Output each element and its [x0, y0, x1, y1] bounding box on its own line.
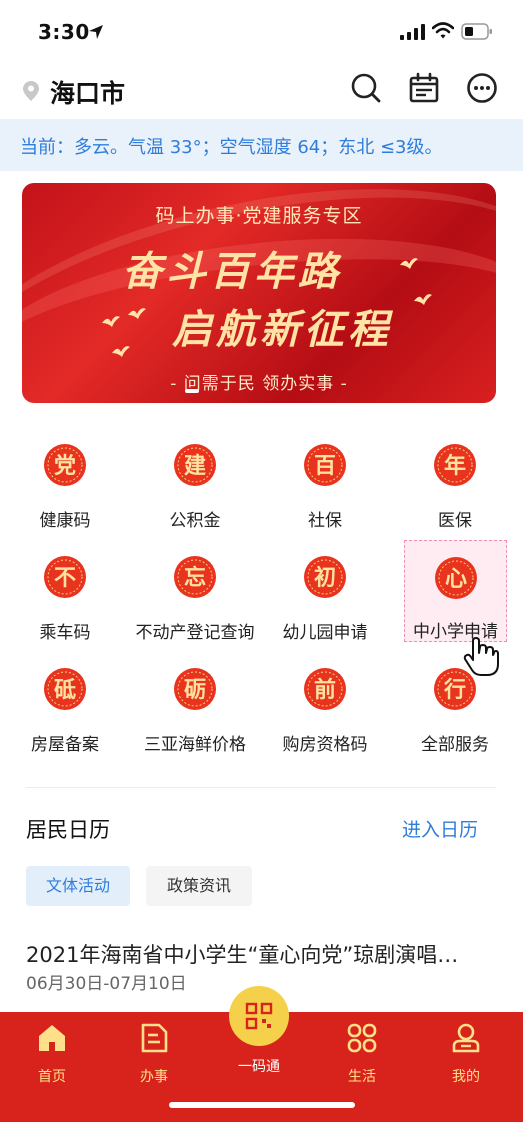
nav-label: 首页 — [38, 1069, 66, 1085]
badge-char: 党 — [54, 453, 76, 479]
party-badge-icon: 年 — [434, 444, 476, 486]
banner-title-line1: 奋斗百年路 — [122, 248, 342, 295]
party-badge-icon: 百 — [304, 444, 346, 486]
clover-icon — [347, 1023, 377, 1053]
party-badge-icon: 心 — [435, 557, 477, 599]
service-label: 医保 — [438, 511, 472, 531]
event-title[interactable]: 2021年海南省中小学生“童心向党”琼剧演唱… — [26, 939, 496, 969]
service-label: 购房资格码 — [282, 735, 368, 755]
carousel-indicator — [185, 389, 199, 393]
service-all-services[interactable]: 行 全部服务 — [390, 644, 520, 755]
status-time: 3:30 — [38, 20, 90, 44]
dove-icon — [102, 316, 120, 327]
party-badge-icon: 建 — [174, 444, 216, 486]
service-seafood-prices[interactable]: 砺 三亚海鲜价格 — [130, 644, 260, 755]
party-badge-icon: 初 — [304, 556, 346, 598]
banner-slogan: - 问需于民 领办实事 - — [170, 374, 348, 394]
service-label: 健康码 — [39, 511, 91, 531]
app-header: 海口市 — [0, 62, 523, 116]
party-badge-icon: 党 — [44, 444, 86, 486]
qr-code-label: 一码通 — [238, 1059, 280, 1075]
nav-services[interactable]: 办事 — [114, 1022, 194, 1088]
nav-profile[interactable]: 我的 — [426, 1022, 506, 1088]
service-school-application[interactable]: 心 中小学申请 — [404, 540, 507, 642]
service-label: 全部服务 — [421, 735, 489, 755]
hand-cursor-icon — [463, 637, 499, 676]
badge-char: 砥 — [54, 677, 76, 703]
service-kindergarten-application[interactable]: 初 幼儿园申请 — [260, 532, 390, 643]
user-icon — [452, 1023, 480, 1053]
service-label: 房屋备案 — [31, 735, 99, 755]
dove-icon — [400, 258, 418, 269]
service-social-security[interactable]: 百 社保 — [260, 420, 390, 531]
dove-icon — [128, 308, 146, 319]
home-indicator — [169, 1102, 355, 1108]
nav-life[interactable]: 生活 — [322, 1022, 402, 1088]
service-health-code[interactable]: 党 健康码 — [0, 420, 130, 531]
weather-text: 当前：多云。气温 33°；空气湿度 64；东北 ≤3级。 — [20, 137, 443, 158]
banner-subtitle: 码上办事·党建服务专区 — [155, 205, 363, 227]
badge-char: 前 — [314, 677, 336, 703]
section-title: 居民日历 — [26, 818, 110, 842]
party-badge-icon: 不 — [44, 556, 86, 598]
service-medical-insurance[interactable]: 年 医保 — [390, 420, 520, 531]
service-transit-code[interactable]: 不 乘车码 — [0, 532, 130, 643]
dove-icon — [112, 346, 130, 357]
tab-cultural-activities[interactable]: 文体活动 — [26, 866, 130, 906]
service-label: 乘车码 — [39, 623, 91, 643]
more-options-icon[interactable] — [466, 72, 498, 104]
badge-char: 心 — [445, 566, 467, 592]
service-house-filing[interactable]: 砥 房屋备案 — [0, 644, 130, 755]
status-bar: 3:30 — [0, 0, 523, 62]
badge-char: 初 — [314, 565, 336, 591]
nav-label: 我的 — [452, 1069, 480, 1085]
badge-char: 行 — [443, 677, 466, 703]
banner-title-line2: 启航新征程 — [172, 306, 392, 353]
dove-icon — [414, 294, 432, 305]
document-icon — [141, 1023, 168, 1053]
location-pin-icon[interactable] — [22, 80, 40, 102]
home-icon — [39, 1025, 65, 1051]
badge-char: 忘 — [184, 565, 206, 591]
party-badge-icon: 前 — [304, 668, 346, 710]
search-icon[interactable] — [350, 72, 382, 104]
party-badge-icon: 砥 — [44, 668, 86, 710]
wifi-icon — [432, 22, 454, 39]
service-label: 社保 — [308, 511, 342, 531]
service-label: 三亚海鲜价格 — [144, 735, 246, 755]
party-badge-icon: 忘 — [174, 556, 216, 598]
tab-policy-news[interactable]: 政策资讯 — [146, 866, 252, 906]
section-divider — [26, 787, 496, 788]
service-label: 幼儿园申请 — [282, 623, 368, 643]
service-property-query[interactable]: 忘 不动产登记查询 — [130, 532, 260, 643]
qr-code-button[interactable] — [229, 986, 289, 1046]
hero-banner[interactable]: 码上办事·党建服务专区 奋斗百年路 启航新征程 - 问需于民 领办实事 - — [22, 183, 496, 403]
qr-code-icon — [245, 1002, 273, 1030]
service-label: 公积金 — [169, 511, 221, 531]
badge-char: 年 — [444, 453, 466, 479]
service-purchase-qualification[interactable]: 前 购房资格码 — [260, 644, 390, 755]
badge-char: 不 — [54, 565, 76, 591]
battery-icon — [461, 23, 492, 40]
weather-banner: 当前：多云。气温 33°；空气湿度 64；东北 ≤3级。 — [0, 119, 523, 171]
enter-calendar-link[interactable]: 进入日历 — [402, 815, 478, 842]
nav-home[interactable]: 首页 — [12, 1022, 92, 1088]
city-selector[interactable]: 海口市 — [50, 74, 125, 110]
event-date: 06月30日-07月10日 — [26, 974, 187, 994]
badge-char: 建 — [184, 453, 206, 479]
nav-label: 办事 — [140, 1069, 168, 1085]
badge-char: 砺 — [184, 677, 206, 703]
service-housing-fund[interactable]: 建 公积金 — [130, 420, 260, 531]
nav-label: 生活 — [348, 1069, 376, 1085]
cellular-signal-icon — [400, 24, 425, 40]
calendar-icon[interactable] — [408, 72, 440, 104]
service-label: 不动产登记查询 — [135, 623, 255, 643]
badge-char: 百 — [314, 453, 336, 479]
location-arrow-icon — [89, 25, 103, 39]
party-badge-icon: 砺 — [174, 668, 216, 710]
